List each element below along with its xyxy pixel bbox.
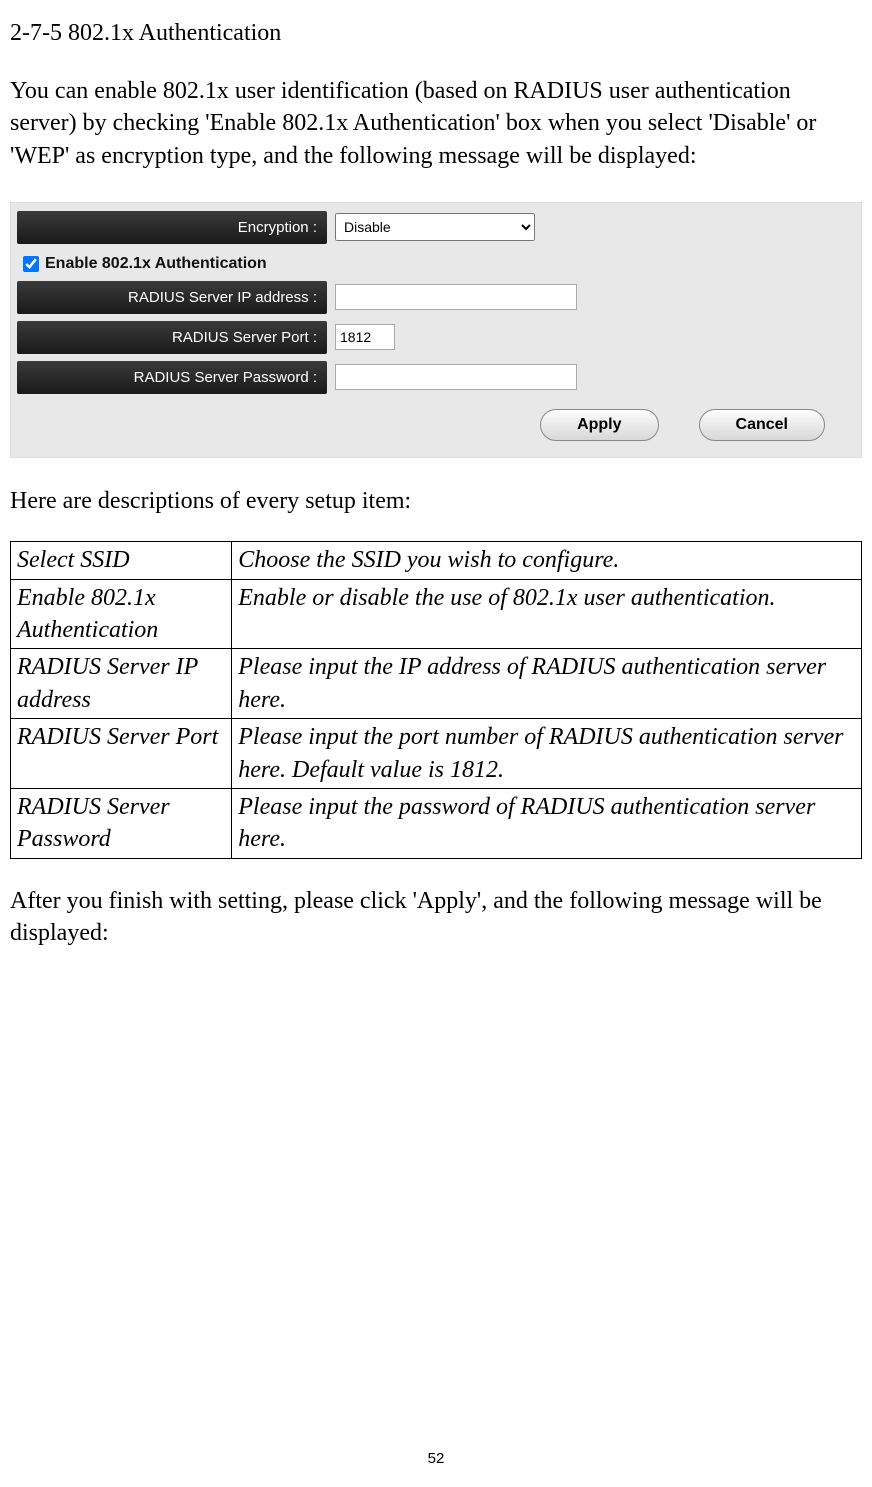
table-cell-name: RADIUS Server Port bbox=[11, 719, 232, 789]
cancel-button[interactable]: Cancel bbox=[699, 409, 825, 441]
closing-paragraph: After you finish with setting, please cl… bbox=[10, 885, 862, 950]
radius-port-label: RADIUS Server Port : bbox=[17, 321, 327, 354]
encryption-label: Encryption : bbox=[17, 211, 327, 244]
enable-8021x-row: Enable 802.1x Authentication bbox=[17, 249, 855, 279]
section-title: 2-7-5 802.1x Authentication bbox=[10, 20, 862, 47]
radius-port-field-area bbox=[327, 324, 395, 350]
radius-ip-label: RADIUS Server IP address : bbox=[17, 281, 327, 314]
table-row: RADIUS Server IP address Please input th… bbox=[11, 649, 862, 719]
table-cell-desc: Choose the SSID you wish to configure. bbox=[232, 542, 862, 579]
radius-pw-row: RADIUS Server Password : bbox=[17, 359, 855, 395]
encryption-dropdown[interactable]: Disable bbox=[335, 213, 535, 241]
radius-port-input[interactable] bbox=[335, 324, 395, 350]
table-row: RADIUS Server Port Please input the port… bbox=[11, 719, 862, 789]
descriptions-heading: Here are descriptions of every setup ite… bbox=[10, 488, 862, 515]
table-cell-desc: Please input the port number of RADIUS a… bbox=[232, 719, 862, 789]
radius-ip-input[interactable] bbox=[335, 284, 577, 310]
table-row: Enable 802.1x Authentication Enable or d… bbox=[11, 579, 862, 649]
encryption-field-area: Disable bbox=[327, 213, 535, 241]
enable-8021x-checkbox[interactable] bbox=[23, 256, 39, 272]
table-cell-desc: Please input the password of RADIUS auth… bbox=[232, 788, 862, 858]
page-number: 52 bbox=[0, 1450, 872, 1467]
config-panel: Encryption : Disable Enable 802.1x Authe… bbox=[10, 202, 862, 458]
table-cell-desc: Please input the IP address of RADIUS au… bbox=[232, 649, 862, 719]
apply-button[interactable]: Apply bbox=[540, 409, 658, 441]
button-row: Apply Cancel bbox=[17, 399, 855, 441]
radius-ip-row: RADIUS Server IP address : bbox=[17, 279, 855, 315]
table-cell-name: Select SSID bbox=[11, 542, 232, 579]
radius-port-row: RADIUS Server Port : bbox=[17, 319, 855, 355]
radius-pw-field-area bbox=[327, 364, 577, 390]
radius-pw-label: RADIUS Server Password : bbox=[17, 361, 327, 394]
table-cell-name: RADIUS Server IP address bbox=[11, 649, 232, 719]
table-row: RADIUS Server Password Please input the … bbox=[11, 788, 862, 858]
table-cell-name: Enable 802.1x Authentication bbox=[11, 579, 232, 649]
descriptions-table: Select SSID Choose the SSID you wish to … bbox=[10, 541, 862, 859]
table-cell-name: RADIUS Server Password bbox=[11, 788, 232, 858]
table-cell-desc: Enable or disable the use of 802.1x user… bbox=[232, 579, 862, 649]
enable-8021x-label: Enable 802.1x Authentication bbox=[45, 255, 267, 273]
radius-pw-input[interactable] bbox=[335, 364, 577, 390]
encryption-row: Encryption : Disable bbox=[17, 209, 855, 245]
table-row: Select SSID Choose the SSID you wish to … bbox=[11, 542, 862, 579]
intro-paragraph: You can enable 802.1x user identificatio… bbox=[10, 75, 862, 172]
radius-ip-field-area bbox=[327, 284, 577, 310]
